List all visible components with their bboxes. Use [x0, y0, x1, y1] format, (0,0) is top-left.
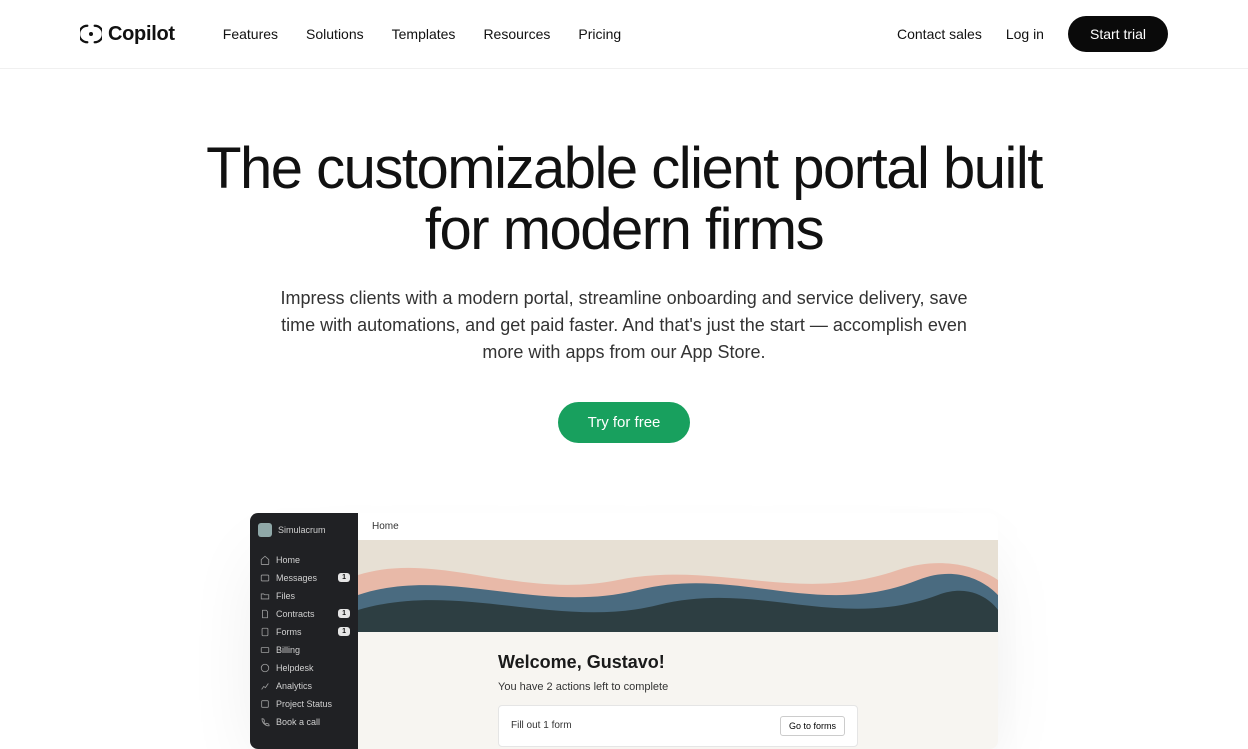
product-sidebar: Simulacrum Home Messages 1 Files Contract… — [250, 513, 358, 749]
sidebar-label: Files — [276, 591, 295, 601]
site-header: Copilot Features Solutions Templates Res… — [0, 0, 1248, 69]
main-nav: Features Solutions Templates Resources P… — [223, 26, 621, 42]
contact-sales-link[interactable]: Contact sales — [897, 26, 982, 42]
contracts-icon — [260, 609, 270, 619]
sidebar-label: Analytics — [276, 681, 312, 691]
nav-pricing[interactable]: Pricing — [578, 26, 621, 42]
helpdesk-icon — [260, 663, 270, 673]
nav-features[interactable]: Features — [223, 26, 278, 42]
welcome-heading: Welcome, Gustavo! — [498, 652, 858, 673]
sidebar-label: Helpdesk — [276, 663, 314, 673]
logo-icon — [80, 23, 102, 45]
sidebar-item-contracts[interactable]: Contracts 1 — [258, 605, 350, 623]
go-to-forms-button[interactable]: Go to forms — [780, 716, 845, 736]
action-card-text: Fill out 1 form — [511, 720, 572, 731]
start-trial-button[interactable]: Start trial — [1068, 16, 1168, 52]
billing-icon — [260, 645, 270, 655]
sidebar-item-helpdesk[interactable]: Helpdesk — [258, 659, 350, 677]
login-link[interactable]: Log in — [1006, 26, 1044, 42]
sidebar-label: Book a call — [276, 717, 320, 727]
action-card: Fill out 1 form Go to forms — [498, 705, 858, 747]
sidebar-label: Forms — [276, 627, 302, 637]
nav-solutions[interactable]: Solutions — [306, 26, 364, 42]
forms-icon — [260, 627, 270, 637]
phone-icon — [260, 717, 270, 727]
product-breadcrumb: Home — [358, 513, 998, 540]
analytics-icon — [260, 681, 270, 691]
hero-title: The customizable client portal built for… — [174, 139, 1074, 261]
product-content: Home Welcome, Gustavo! You have 2 action… — [358, 513, 998, 749]
nav-templates[interactable]: Templates — [392, 26, 456, 42]
files-icon — [260, 591, 270, 601]
hero-subtitle: Impress clients with a modern portal, st… — [274, 285, 974, 366]
message-icon — [260, 573, 270, 583]
header-right: Contact sales Log in Start trial — [897, 16, 1168, 52]
logo[interactable]: Copilot — [80, 23, 175, 46]
badge: 1 — [338, 627, 350, 636]
brand-icon — [258, 523, 272, 537]
sidebar-item-forms[interactable]: Forms 1 — [258, 623, 350, 641]
sidebar-item-messages[interactable]: Messages 1 — [258, 569, 350, 587]
sidebar-item-project-status[interactable]: Project Status — [258, 695, 350, 713]
sidebar-label: Project Status — [276, 699, 332, 709]
content-body: Welcome, Gustavo! You have 2 actions lef… — [358, 632, 998, 747]
nav-resources[interactable]: Resources — [483, 26, 550, 42]
brand-name: Simulacrum — [278, 525, 326, 535]
sidebar-label: Messages — [276, 573, 317, 583]
try-for-free-button[interactable]: Try for free — [558, 402, 691, 443]
banner-graphic — [358, 540, 998, 632]
logo-text: Copilot — [108, 23, 175, 46]
sidebar-item-analytics[interactable]: Analytics — [258, 677, 350, 695]
badge: 1 — [338, 609, 350, 618]
product-brand: Simulacrum — [258, 523, 350, 537]
project-icon — [260, 699, 270, 709]
hero-section: The customizable client portal built for… — [0, 69, 1248, 483]
sidebar-label: Contracts — [276, 609, 315, 619]
sidebar-label: Home — [276, 555, 300, 565]
sidebar-label: Billing — [276, 645, 300, 655]
actions-left-text: You have 2 actions left to complete — [498, 681, 858, 693]
sidebar-item-book-call[interactable]: Book a call — [258, 713, 350, 731]
sidebar-item-files[interactable]: Files — [258, 587, 350, 605]
sidebar-item-billing[interactable]: Billing — [258, 641, 350, 659]
sidebar-item-home[interactable]: Home — [258, 551, 350, 569]
header-left: Copilot Features Solutions Templates Res… — [80, 23, 621, 46]
home-icon — [260, 555, 270, 565]
badge: 1 — [338, 573, 350, 582]
product-screenshot: Simulacrum Home Messages 1 Files Contract… — [250, 513, 998, 749]
